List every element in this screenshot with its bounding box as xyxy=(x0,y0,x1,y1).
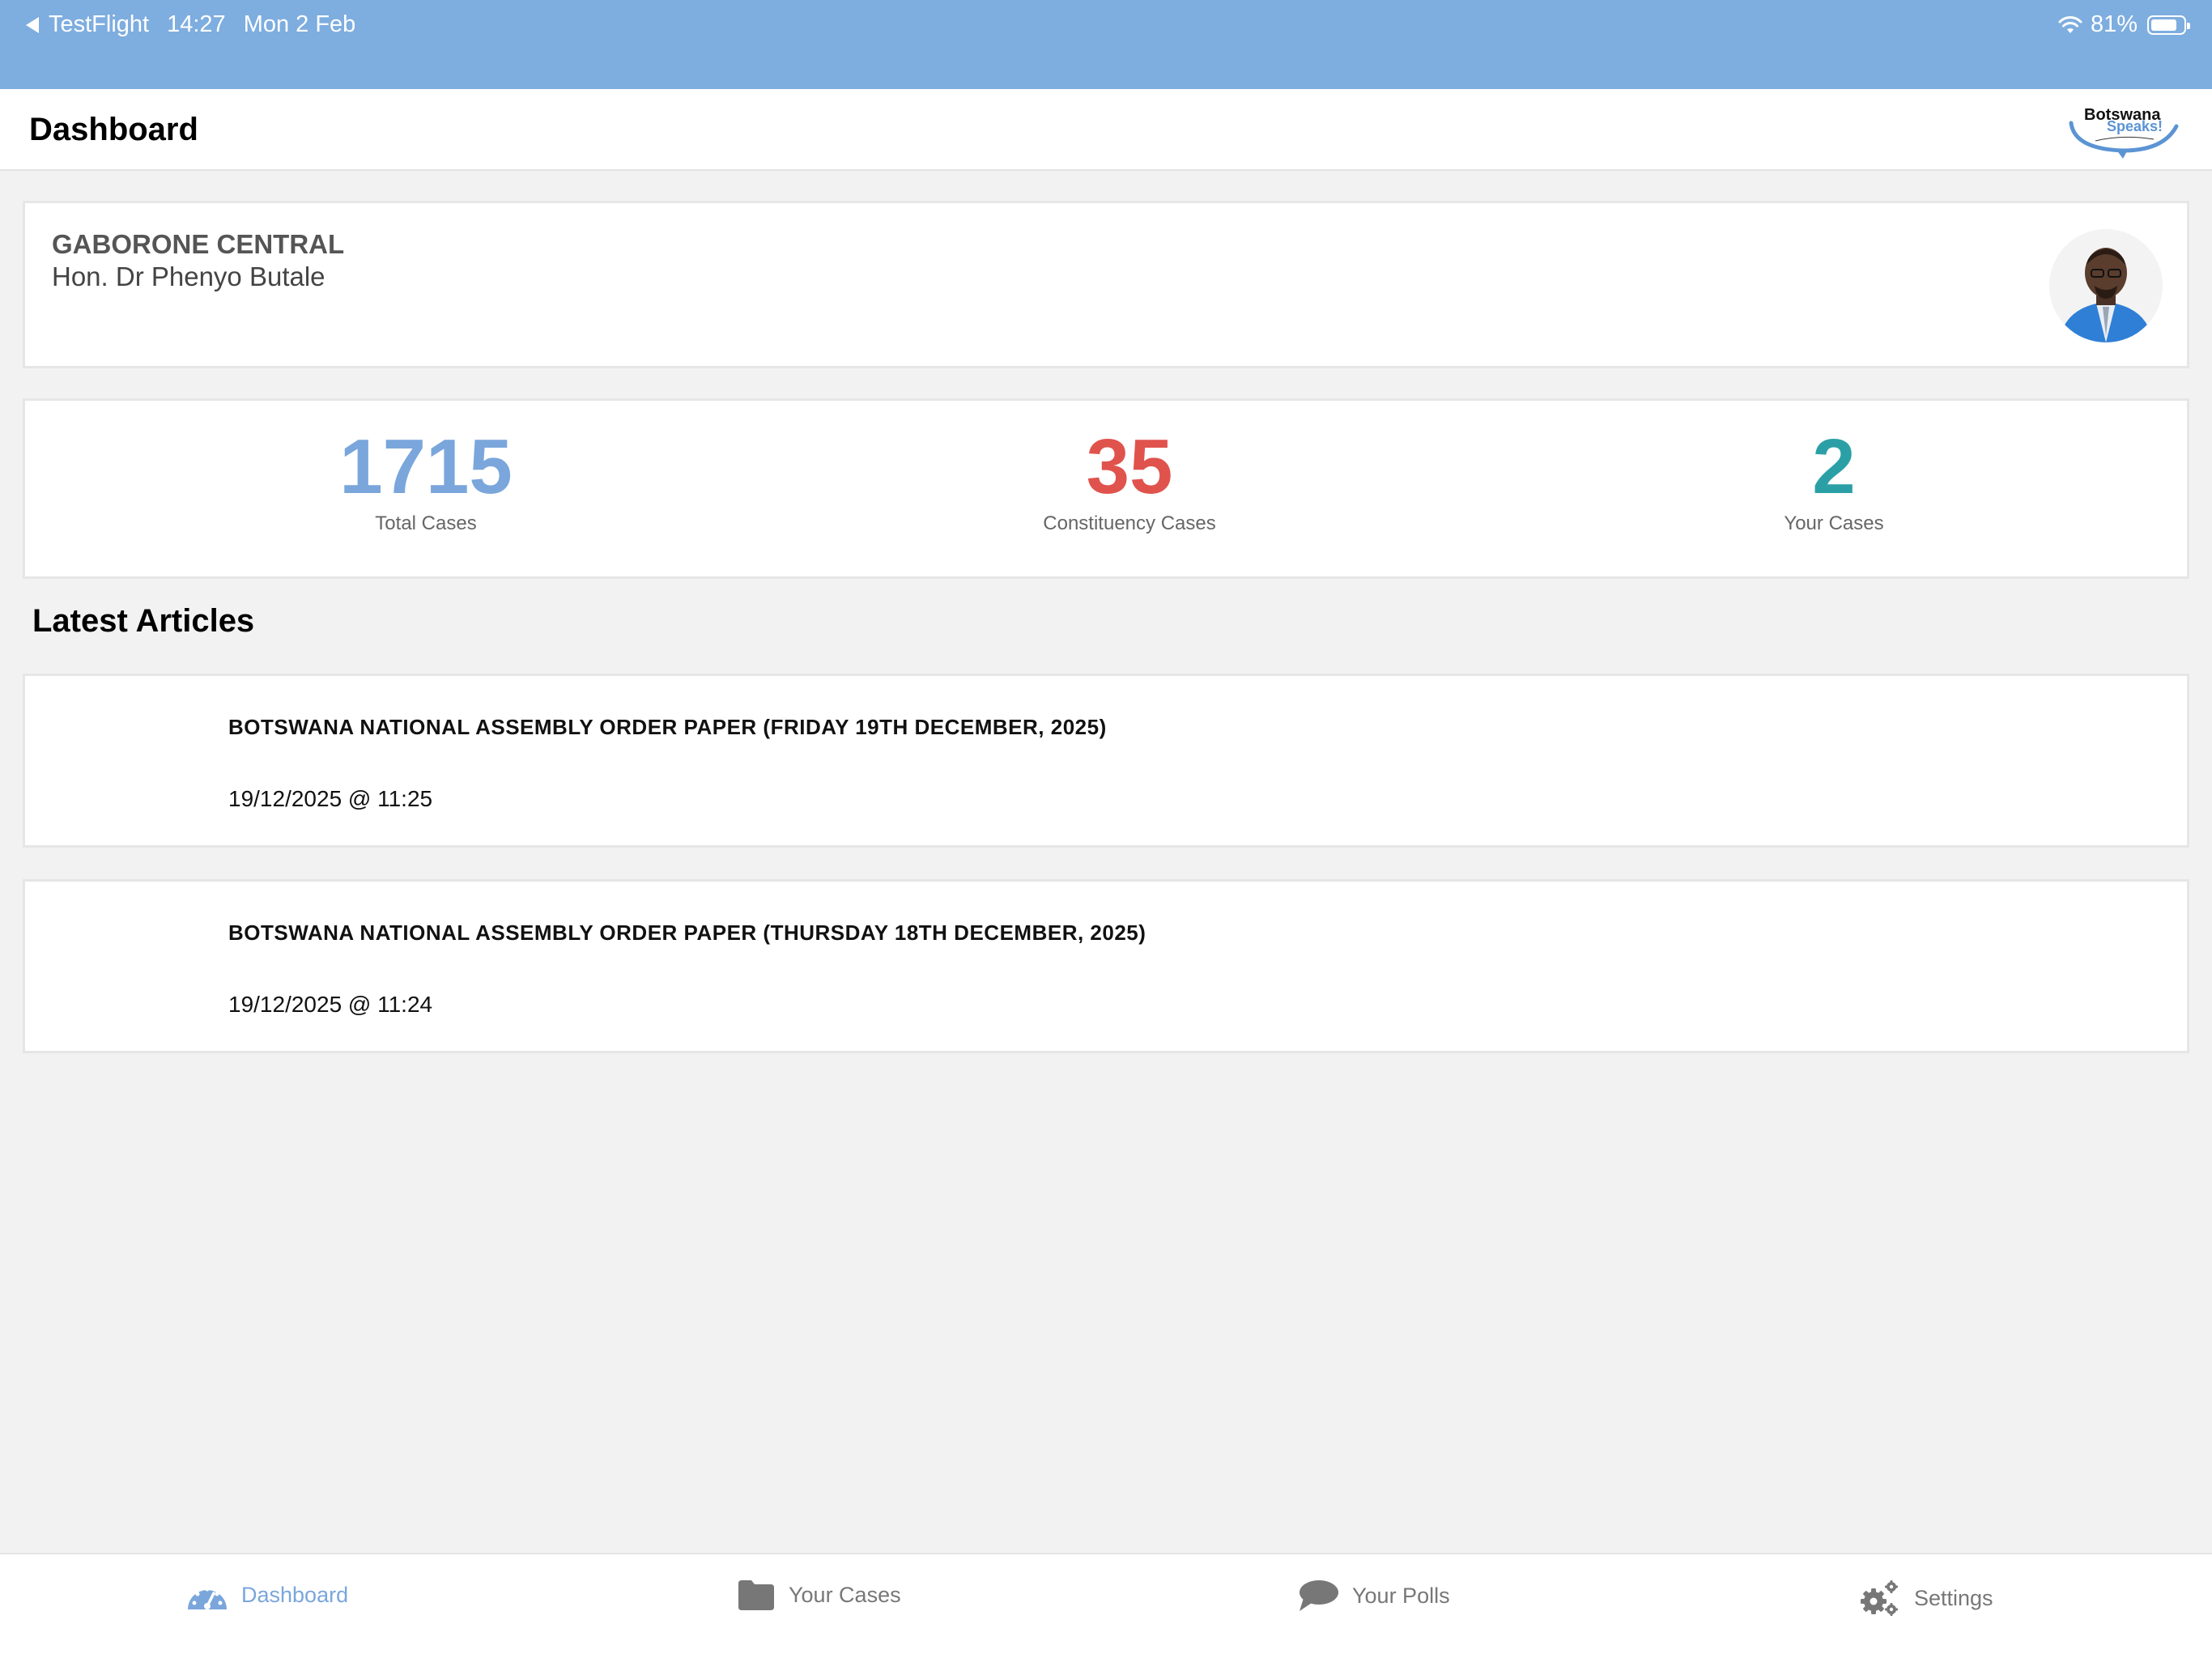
section-title: Latest Articles xyxy=(32,603,255,639)
tab-your-polls-label: Your Polls xyxy=(1352,1583,1450,1608)
article-date: 19/12/2025 @ 11:24 xyxy=(228,992,433,1017)
gears-icon xyxy=(1861,1580,1898,1616)
nav-header: Dashboard Botswana Speaks! xyxy=(0,89,2212,171)
battery-percent: 81% xyxy=(2090,11,2138,37)
stats-card: 1715 Total Cases 35 Constituency Cases 2… xyxy=(23,398,2189,579)
tab-settings[interactable]: Settings xyxy=(1859,1579,1993,1618)
article-card[interactable]: BOTSWANA NATIONAL ASSEMBLY ORDER PAPER (… xyxy=(23,879,2189,1053)
battery-fill xyxy=(2151,19,2176,31)
folder-icon xyxy=(738,1580,774,1610)
status-date: Mon 2 Feb xyxy=(243,11,356,37)
status-time: 14:27 xyxy=(167,11,226,37)
status-left[interactable]: TestFlight 14:27 Mon 2 Feb xyxy=(26,11,355,38)
stat-yours-value: 2 xyxy=(1812,423,1856,510)
tab-your-cases[interactable]: Your Cases xyxy=(737,1579,901,1611)
tab-bar: Dashboard Your Cases Your Polls Settings xyxy=(0,1553,2212,1658)
tab-your-cases-label: Your Cases xyxy=(789,1582,901,1607)
back-arrow-icon[interactable] xyxy=(26,16,39,33)
mp-name: Hon. Dr Phenyo Butale xyxy=(52,261,325,291)
stat-yours-label: Your Cases xyxy=(1784,512,1884,534)
stat-your-cases[interactable]: 2 Your Cases xyxy=(1631,427,2036,535)
constituency-name: GABORONE CENTRAL xyxy=(52,229,345,259)
status-right: 81% xyxy=(2058,11,2190,38)
tab-your-polls[interactable]: Your Polls xyxy=(1297,1579,1450,1613)
back-app-label[interactable]: TestFlight xyxy=(49,11,149,38)
stat-total-cases[interactable]: 1715 Total Cases xyxy=(223,427,628,535)
stat-constituency-cases[interactable]: 35 Constituency Cases xyxy=(927,427,1332,535)
battery-icon xyxy=(2147,15,2190,35)
stat-constituency-label: Constituency Cases xyxy=(1043,512,1216,534)
status-bar: TestFlight 14:27 Mon 2 Feb 81% xyxy=(0,0,2212,89)
svg-text:Speaks!: Speaks! xyxy=(2107,118,2163,134)
tab-settings-label: Settings xyxy=(1914,1585,1993,1610)
stat-total-value: 1715 xyxy=(339,423,513,510)
botswana-speaks-logo-icon: Botswana Speaks! xyxy=(2069,106,2179,159)
person-avatar-icon xyxy=(2049,229,2163,342)
article-title: BOTSWANA NATIONAL ASSEMBLY ORDER PAPER (… xyxy=(228,920,1146,945)
stat-constituency-value: 35 xyxy=(1086,423,1173,510)
tab-dashboard-label: Dashboard xyxy=(241,1582,349,1607)
article-date: 19/12/2025 @ 11:25 xyxy=(228,786,433,811)
article-card[interactable]: BOTSWANA NATIONAL ASSEMBLY ORDER PAPER (… xyxy=(23,674,2189,848)
mp-avatar xyxy=(2049,229,2163,342)
page-title: Dashboard xyxy=(29,112,198,147)
wifi-icon xyxy=(2058,15,2082,33)
article-title: BOTSWANA NATIONAL ASSEMBLY ORDER PAPER (… xyxy=(228,715,1107,739)
chat-bubble-icon xyxy=(1300,1580,1338,1611)
dashboard-gauge-icon xyxy=(188,1587,227,1609)
profile-card: GABORONE CENTRAL Hon. Dr Phenyo Butale xyxy=(23,201,2189,368)
stat-total-label: Total Cases xyxy=(375,512,477,534)
tab-dashboard[interactable]: Dashboard xyxy=(186,1579,348,1611)
